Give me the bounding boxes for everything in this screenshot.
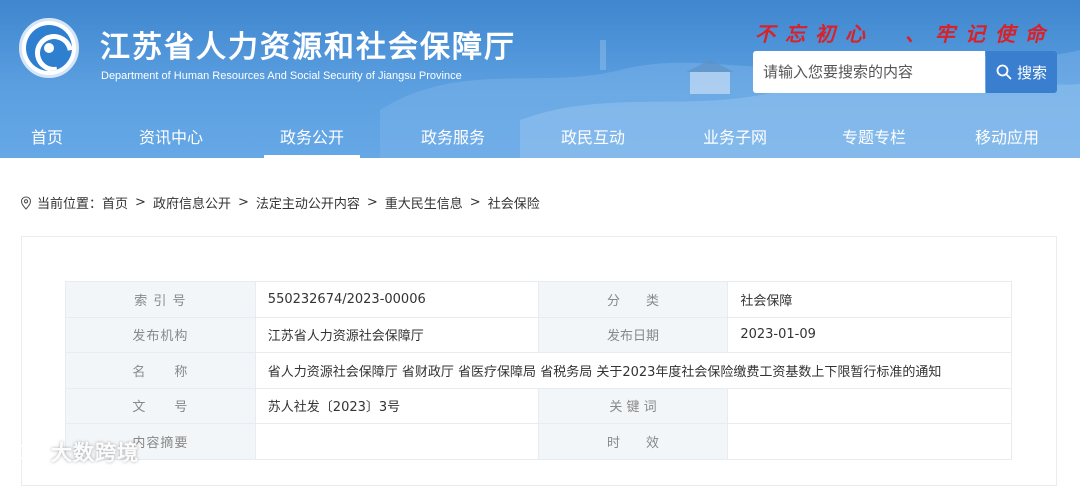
abstract-value — [254, 423, 539, 460]
table-row: 发布机构 江苏省人力资源社会保障厅 发布日期 2023-01-09 — [65, 316, 1012, 353]
search-icon — [996, 64, 1012, 80]
breadcrumb-item-livelihood[interactable]: 重大民生信息 — [385, 193, 463, 212]
document-name-label: 名 称 — [65, 352, 256, 389]
site-header: 江苏省人力资源和社会保障厅 Department of Human Resour… — [0, 0, 1080, 158]
nav-item-gov-services[interactable]: 政务服务 — [376, 114, 530, 158]
breadcrumb-separator: > — [366, 195, 378, 210]
main-nav: 首页 资讯中心 政务公开 政务服务 政民互动 业务子网 专题专栏 移动应用 — [0, 114, 1080, 158]
breadcrumb-item-statutory[interactable]: 法定主动公开内容 — [256, 193, 360, 212]
category-label: 分 类 — [537, 281, 729, 318]
publish-date-value: 2023-01-09 — [727, 316, 1012, 353]
slogan: 不忘初心 、牢记使命 — [755, 22, 1055, 46]
keywords-value — [727, 387, 1012, 424]
site-title-en: Department of Human Resources And Social… — [101, 70, 462, 82]
breadcrumb-item-home[interactable]: 首页 — [102, 193, 128, 212]
site-title-cn[interactable]: 江苏省人力资源和社会保障厅 — [100, 22, 516, 66]
breadcrumb-item-social-insurance[interactable]: 社会保险 — [488, 193, 540, 212]
table-row: 索 引 号 550232674/2023-00006 分 类 社会保障 — [65, 281, 1012, 318]
nav-item-home[interactable]: 首页 — [0, 114, 94, 158]
keywords-label: 关 键 词 — [537, 387, 729, 424]
site-logo[interactable] — [19, 18, 79, 78]
validity-label: 时 效 — [537, 423, 729, 460]
index-number-label: 索 引 号 — [65, 281, 256, 318]
table-row: 内容摘要 时 效 — [65, 423, 1012, 460]
search-button[interactable]: 搜索 — [986, 51, 1057, 93]
document-meta-table: 索 引 号 550232674/2023-00006 分 类 社会保障 发布机构… — [65, 281, 1013, 460]
breadcrumb-prefix: 当前位置： — [37, 197, 103, 212]
document-number-value: 苏人社发〔2023〕3号 — [254, 387, 539, 424]
location-pin-icon — [20, 195, 32, 210]
watermark: 大数跨境 — [8, 437, 139, 467]
watermark-text: 大数跨境 — [51, 441, 139, 465]
breadcrumb-separator: > — [135, 195, 146, 210]
breadcrumb-separator: > — [237, 195, 249, 210]
search-button-label: 搜索 — [1016, 63, 1047, 82]
category-value: 社会保障 — [727, 281, 1012, 318]
publisher-label: 发布机构 — [65, 316, 256, 353]
nav-item-mobile-apps[interactable]: 移动应用 — [934, 114, 1080, 158]
nav-item-news[interactable]: 资讯中心 — [94, 114, 248, 158]
breadcrumb: 当前位置： 首页 > 政府信息公开 > 法定主动公开内容 > 重大民生信息 > … — [20, 193, 540, 212]
breadcrumb-separator: > — [469, 195, 481, 210]
nav-item-gov-affairs-public[interactable]: 政务公开 — [248, 114, 376, 158]
nav-item-interaction[interactable]: 政民互动 — [530, 114, 656, 158]
nav-item-sub-sites[interactable]: 业务子网 — [656, 114, 814, 158]
watermark-logo-icon — [11, 443, 42, 461]
validity-value — [727, 423, 1012, 460]
breadcrumb-item-gov-info[interactable]: 政府信息公开 — [153, 193, 231, 212]
document-number-label: 文 号 — [65, 387, 256, 424]
search-input[interactable] — [753, 51, 985, 93]
nav-item-special-topics[interactable]: 专题专栏 — [814, 114, 934, 158]
logo-emblem-icon — [26, 25, 72, 71]
publisher-value: 江苏省人力资源社会保障厅 — [254, 316, 539, 353]
index-number-value: 550232674/2023-00006 — [254, 281, 539, 318]
document-name-value: 省人力资源社会保障厅 省财政厅 省医疗保障局 省税务局 关于2023年度社会保险… — [254, 352, 1013, 389]
table-row: 文 号 苏人社发〔2023〕3号 关 键 词 — [65, 387, 1012, 424]
publish-date-label: 发布日期 — [537, 316, 729, 353]
table-row: 名 称 省人力资源社会保障厅 省财政厅 省医疗保障局 省税务局 关于2023年度… — [65, 352, 1013, 389]
